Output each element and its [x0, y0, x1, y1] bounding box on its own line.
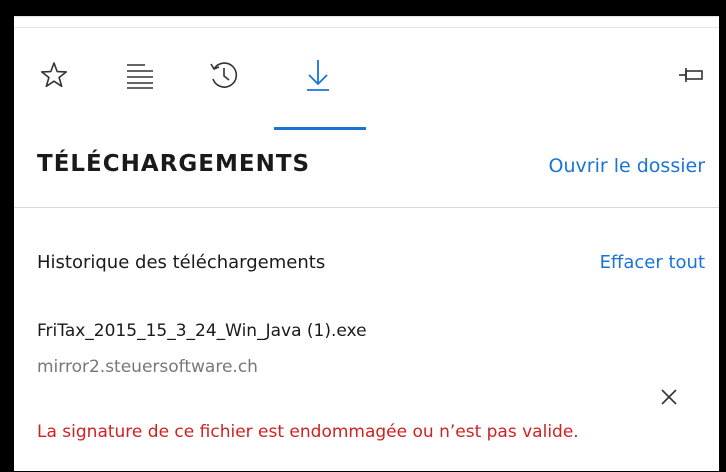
- download-filename[interactable]: FriTax_2015_15_3_24_Win_Java (1).exe: [37, 321, 367, 341]
- download-list-item[interactable]: FriTax_2015_15_3_24_Win_Java (1).exe mir…: [14, 307, 719, 472]
- downloads-hub-panel: TÉLÉCHARGEMENTS Ouvrir le dossier Histor…: [14, 16, 719, 471]
- hub-toolbar: [14, 29, 719, 130]
- download-source: mirror2.steuersoftware.ch: [37, 357, 258, 377]
- reading-list-icon[interactable]: [120, 55, 160, 95]
- active-tab-indicator: [274, 127, 366, 130]
- open-folder-link[interactable]: Ouvrir le dossier: [549, 155, 705, 177]
- download-icon[interactable]: [298, 55, 338, 95]
- downloads-history-label: Historique des téléchargements: [37, 252, 326, 273]
- header-divider: [14, 207, 719, 208]
- page-title: TÉLÉCHARGEMENTS: [37, 151, 311, 177]
- pin-icon[interactable]: [671, 55, 711, 95]
- clear-all-link[interactable]: Effacer tout: [600, 252, 705, 273]
- history-icon[interactable]: [204, 55, 244, 95]
- top-divider: [14, 27, 719, 28]
- favorites-star-icon[interactable]: [34, 55, 74, 95]
- window-frame: TÉLÉCHARGEMENTS Ouvrir le dossier Histor…: [0, 0, 726, 471]
- download-error-message: La signature de ce fichier est endommagé…: [37, 422, 579, 442]
- remove-download-close-icon[interactable]: [654, 382, 684, 412]
